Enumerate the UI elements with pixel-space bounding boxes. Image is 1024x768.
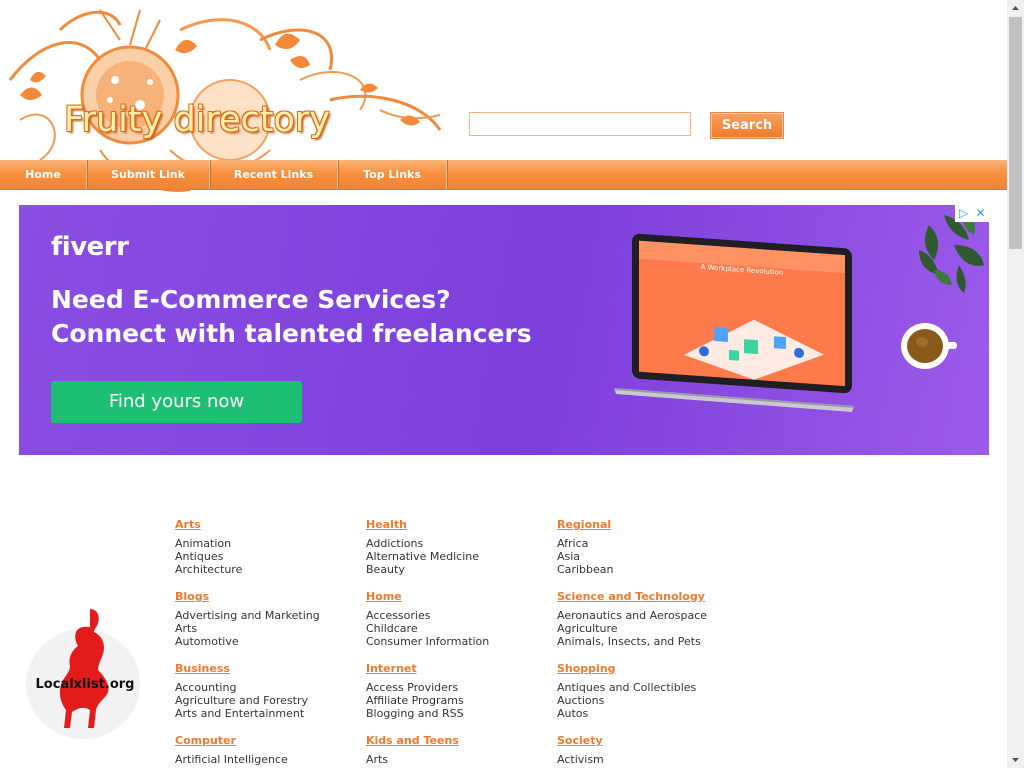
- category-title[interactable]: Business: [175, 662, 365, 676]
- ad-close-icon[interactable]: ✕: [972, 205, 989, 222]
- site-title[interactable]: Fruity directory: [64, 100, 330, 140]
- main-nav: Home Submit Link Recent Links Top Links: [0, 160, 1007, 190]
- nav-item-submit-link[interactable]: Submit Link: [87, 160, 210, 189]
- silhouette-figure-icon: [59, 609, 109, 728]
- category-title[interactable]: Regional: [557, 518, 747, 532]
- category-title[interactable]: Health: [366, 518, 556, 532]
- category-title[interactable]: Blogs: [175, 590, 365, 604]
- subcategory-link[interactable]: Arts and Entertainment: [175, 707, 365, 720]
- page: Fruity directory Search Home Submit Link…: [0, 0, 1007, 768]
- ad-info-icon[interactable]: ▷: [955, 205, 972, 222]
- localxlist-badge[interactable]: Localxlist.org: [26, 607, 141, 739]
- subcategory-link[interactable]: Alternative Medicine: [366, 550, 556, 563]
- category-title[interactable]: Shopping: [557, 662, 747, 676]
- category-kids-and-teens: Kids and Teens Arts: [366, 734, 556, 766]
- subcategory-link[interactable]: Affiliate Programs: [366, 694, 556, 707]
- search-input[interactable]: [469, 112, 691, 136]
- ad-choices[interactable]: ▷ ✕: [955, 205, 989, 222]
- ad-headline-line-1: Need E-Commerce Services?: [51, 285, 451, 314]
- laptop-image: A Workplace Revolution: [614, 233, 854, 412]
- nav-item-recent-links[interactable]: Recent Links: [210, 160, 338, 189]
- subcategory-link[interactable]: Consumer Information: [366, 635, 556, 648]
- category-title[interactable]: Internet: [366, 662, 556, 676]
- subcategory-link[interactable]: Accessories: [366, 609, 556, 622]
- category-home: Home Accessories Childcare Consumer Info…: [366, 590, 556, 648]
- nav-item-home[interactable]: Home: [0, 160, 87, 189]
- subcategory-link[interactable]: Agriculture: [557, 622, 747, 635]
- subcategory-link[interactable]: Antiques: [175, 550, 365, 563]
- nav-item-top-links[interactable]: Top Links: [338, 160, 447, 189]
- subcategory-link[interactable]: Automotive: [175, 635, 365, 648]
- ad-cta-button[interactable]: Find yours now: [51, 381, 302, 423]
- category-science-and-technology: Science and Technology Aeronautics and A…: [557, 590, 747, 648]
- subcategory-link[interactable]: Caribbean: [557, 563, 747, 576]
- category-title[interactable]: Arts: [175, 518, 365, 532]
- category-society: Society Activism: [557, 734, 747, 766]
- category-computer: Computer Artificial Intelligence: [175, 734, 365, 766]
- ad-headline-line-2: Connect with talented freelancers: [51, 319, 532, 348]
- category-title[interactable]: Home: [366, 590, 556, 604]
- subcategory-link[interactable]: Activism: [557, 753, 747, 766]
- subcategory-link[interactable]: Antiques and Collectibles: [557, 681, 747, 694]
- subcategory-link[interactable]: Blogging and RSS: [366, 707, 556, 720]
- category-blogs: Blogs Advertising and Marketing Arts Aut…: [175, 590, 365, 648]
- scroll-down-arrow-icon[interactable]: [1007, 751, 1024, 768]
- category-internet: Internet Access Providers Affiliate Prog…: [366, 662, 556, 720]
- subcategory-link[interactable]: Architecture: [175, 563, 365, 576]
- subcategory-link[interactable]: Auctions: [557, 694, 747, 707]
- ad-brand-logo: fiverr: [51, 232, 129, 262]
- category-title[interactable]: Society: [557, 734, 747, 748]
- category-business: Business Accounting Agriculture and Fore…: [175, 662, 365, 720]
- subcategory-link[interactable]: Africa: [557, 537, 747, 550]
- category-title[interactable]: Kids and Teens: [366, 734, 556, 748]
- subcategory-link[interactable]: Arts: [175, 622, 365, 635]
- search-button[interactable]: Search: [710, 112, 784, 139]
- badge-text: Localxlist.org: [35, 677, 135, 692]
- subcategory-link[interactable]: Animation: [175, 537, 365, 550]
- ad-headline: Need E-Commerce Services? Connect with t…: [51, 283, 532, 351]
- category-arts: Arts Animation Antiques Architecture: [175, 518, 365, 576]
- subcategory-link[interactable]: Childcare: [366, 622, 556, 635]
- subcategory-link[interactable]: Accounting: [175, 681, 365, 694]
- category-health: Health Addictions Alternative Medicine B…: [366, 518, 556, 576]
- subcategory-link[interactable]: Artificial Intelligence: [175, 753, 365, 766]
- header: Fruity directory Search: [0, 0, 1007, 192]
- category-shopping: Shopping Antiques and Collectibles Aucti…: [557, 662, 747, 720]
- subcategory-link[interactable]: Arts: [366, 753, 556, 766]
- subcategory-link[interactable]: Aeronautics and Aerospace: [557, 609, 747, 622]
- scroll-up-arrow-icon[interactable]: [1007, 0, 1024, 17]
- category-title[interactable]: Computer: [175, 734, 365, 748]
- vertical-scrollbar[interactable]: [1007, 0, 1024, 768]
- subcategory-link[interactable]: Autos: [557, 707, 747, 720]
- subcategory-link[interactable]: Access Providers: [366, 681, 556, 694]
- subcategory-link[interactable]: Advertising and Marketing: [175, 609, 365, 622]
- ad-banner[interactable]: fiverr Need E-Commerce Services? Connect…: [19, 205, 989, 455]
- subcategory-link[interactable]: Addictions: [366, 537, 556, 550]
- subcategory-link[interactable]: Animals, Insects, and Pets: [557, 635, 747, 648]
- scrollbar-thumb[interactable]: [1009, 17, 1022, 249]
- category-title[interactable]: Science and Technology: [557, 590, 747, 604]
- category-regional: Regional Africa Asia Caribbean: [557, 518, 747, 576]
- subcategory-link[interactable]: Agriculture and Forestry: [175, 694, 365, 707]
- coffee-cup-image: [901, 323, 957, 369]
- subcategory-link[interactable]: Asia: [557, 550, 747, 563]
- subcategory-link[interactable]: Beauty: [366, 563, 556, 576]
